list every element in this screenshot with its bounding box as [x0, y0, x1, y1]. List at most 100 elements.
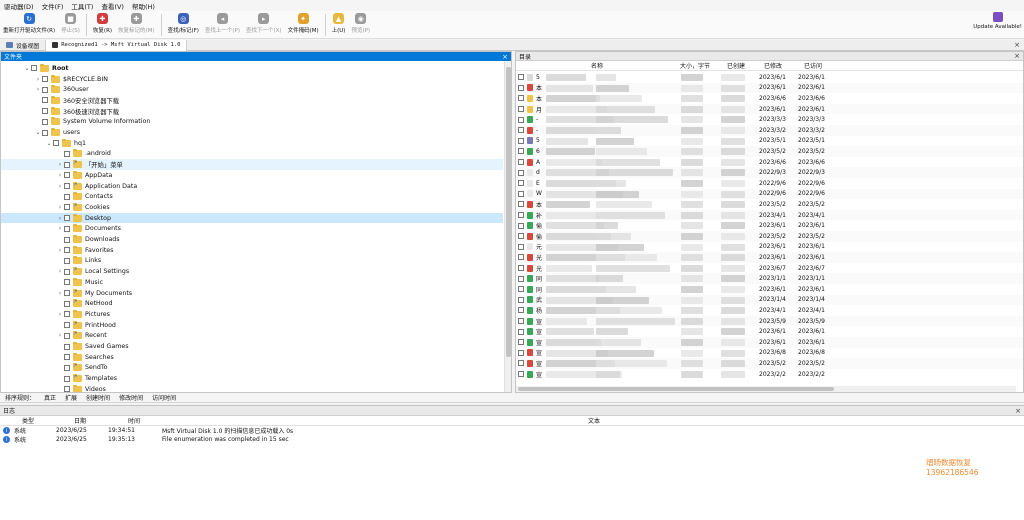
tree-item[interactable]: 360极速浏览器下载	[1, 106, 503, 117]
preview-button[interactable]: ◉ 预览(P)	[348, 11, 373, 38]
tree-checkbox[interactable]	[64, 247, 70, 254]
column-size[interactable]: 大小，字节	[680, 61, 710, 70]
file-row[interactable]: d 2022/9/3 2022/9/3	[516, 167, 1023, 178]
tree-checkbox[interactable]	[64, 300, 70, 307]
close-tree-icon[interactable]: ×	[502, 53, 508, 61]
recover-button[interactable]: ✚ 恢复(R)	[90, 11, 115, 38]
log-row[interactable]: i 系统 2023/6/25 19:35:13 File enumeration was…	[0, 435, 1024, 444]
refresh-button[interactable]: ↻ 重新打开驱动文件(R)	[0, 11, 58, 38]
tree-checkbox[interactable]	[64, 193, 70, 200]
tree-item[interactable]: .android	[1, 149, 503, 160]
tree-checkbox[interactable]	[42, 86, 48, 93]
file-checkbox[interactable]	[518, 190, 524, 197]
file-checkbox[interactable]	[518, 318, 524, 325]
expand-arrow-icon[interactable]: ⌄	[23, 65, 31, 72]
log-col-text[interactable]: 文本	[588, 416, 600, 425]
column-accessed[interactable]: 已访问	[804, 61, 822, 70]
tree-checkbox[interactable]	[64, 215, 70, 222]
tree-item[interactable]: Saved Games	[1, 341, 503, 352]
tree-checkbox[interactable]	[64, 236, 70, 243]
expand-arrow-icon[interactable]: ›	[56, 204, 64, 211]
file-row[interactable]: 同 2023/1/1 2023/1/1	[516, 273, 1023, 284]
file-checkbox[interactable]	[518, 137, 524, 144]
tree-checkbox[interactable]	[53, 140, 59, 147]
tree-checkbox[interactable]	[64, 150, 70, 157]
menu-item[interactable]: 文件(F)	[42, 1, 64, 11]
column-created[interactable]: 已创建	[727, 61, 745, 70]
sort-option[interactable]: 创建时间	[86, 393, 110, 402]
stop-button[interactable]: ■ 停止(S)	[58, 11, 83, 38]
file-checkbox[interactable]	[518, 243, 524, 250]
file-checkbox[interactable]	[518, 233, 524, 240]
file-row[interactable]: 宣 2023/5/2 2023/5/2	[516, 358, 1023, 369]
file-checkbox[interactable]	[518, 222, 524, 229]
tree-checkbox[interactable]	[64, 161, 70, 168]
tree-item[interactable]: Downloads	[1, 234, 503, 245]
file-row[interactable]: 本 2023/5/2 2023/5/2	[516, 199, 1023, 210]
log-col-type[interactable]: 类型	[22, 416, 34, 425]
tree-checkbox[interactable]	[64, 375, 70, 382]
file-checkbox[interactable]	[518, 275, 524, 282]
close-tab-icon[interactable]: ×	[1014, 41, 1020, 49]
file-row[interactable]: 月 2023/6/1 2023/6/1	[516, 103, 1023, 115]
tree-checkbox[interactable]	[64, 332, 70, 339]
tree-item[interactable]: 360安全浏览器下载	[1, 95, 503, 106]
file-checkbox[interactable]	[518, 116, 524, 123]
file-checkbox[interactable]	[518, 371, 524, 378]
file-row[interactable]: - 2023/3/3 2023/3/3	[516, 114, 1023, 125]
sort-option[interactable]: 修改时间	[119, 393, 143, 402]
tree-checkbox[interactable]	[42, 129, 48, 136]
tree-item[interactable]: › Favorites	[1, 245, 503, 256]
file-row[interactable]: - 2023/3/2 2023/3/2	[516, 125, 1023, 136]
file-checkbox[interactable]	[518, 296, 524, 303]
tree-item[interactable]: › Desktop	[1, 212, 503, 224]
file-checkbox[interactable]	[518, 265, 524, 272]
tree-checkbox[interactable]	[64, 354, 70, 361]
tree-checkbox[interactable]	[64, 322, 70, 329]
tree-item[interactable]: Searches	[1, 352, 503, 363]
log-row[interactable]: i 系统 2023/6/25 19:34:51 Msft Virtual Disk 1.…	[0, 426, 1024, 435]
sort-option[interactable]: 扩展	[65, 393, 77, 402]
tree-item[interactable]: › Local Settings	[1, 266, 503, 277]
expand-arrow-icon[interactable]: ⌄	[45, 140, 53, 147]
menu-item[interactable]: 帮助(H)	[132, 1, 155, 11]
tree-item[interactable]: Contacts	[1, 191, 503, 202]
file-checkbox[interactable]	[518, 349, 524, 356]
file-checkbox[interactable]	[518, 180, 524, 187]
tree-item[interactable]: › Documents	[1, 224, 503, 235]
update-available-button[interactable]: Update Available!	[973, 12, 1022, 30]
file-row[interactable]: 本 2023/6/1 2023/6/1	[516, 82, 1023, 94]
tree-checkbox[interactable]	[64, 290, 70, 297]
file-row[interactable]: 宣 2023/2/2 2023/2/2	[516, 369, 1023, 380]
tree-scroll-thumb[interactable]	[506, 67, 511, 357]
file-row[interactable]: E 2022/9/6 2022/9/6	[516, 178, 1023, 189]
tree-checkbox[interactable]	[42, 108, 48, 115]
file-checkbox[interactable]	[518, 201, 524, 208]
tree-item[interactable]: Templates	[1, 373, 503, 384]
file-checkbox[interactable]	[518, 339, 524, 346]
tree-checkbox[interactable]	[64, 386, 70, 392]
tree-item[interactable]: › My Documents	[1, 288, 503, 299]
tree-checkbox[interactable]	[42, 97, 48, 104]
expand-arrow-icon[interactable]: ›	[56, 247, 64, 254]
tree-item[interactable]: ⌄ users	[1, 127, 503, 138]
file-checkbox[interactable]	[518, 148, 524, 155]
expand-arrow-icon[interactable]: ›	[56, 311, 64, 318]
expand-arrow-icon[interactable]: ›	[56, 332, 64, 339]
file-row[interactable]: 宣 2023/6/1 2023/6/1	[516, 337, 1023, 348]
expand-arrow-icon[interactable]: ›	[56, 183, 64, 190]
close-files-icon[interactable]: ×	[1014, 52, 1020, 60]
file-row[interactable]: 杨 2023/4/1 2023/4/1	[516, 305, 1023, 316]
file-checkbox[interactable]	[518, 169, 524, 176]
tree-item[interactable]: › Pictures	[1, 309, 503, 320]
tree-item[interactable]: PrintHood	[1, 320, 503, 331]
tree-item[interactable]: › AppData	[1, 170, 503, 181]
menu-item[interactable]: 驱动器(D)	[4, 1, 34, 11]
tree-checkbox[interactable]	[42, 118, 48, 125]
files-hscroll-thumb[interactable]	[518, 387, 834, 391]
sort-option[interactable]: 真正	[44, 393, 56, 402]
file-checkbox[interactable]	[518, 328, 524, 335]
file-checkbox[interactable]	[518, 212, 524, 219]
close-log-icon[interactable]: ×	[1015, 407, 1021, 415]
find-next-button[interactable]: ▸ 查找下一个(X)	[243, 11, 285, 38]
